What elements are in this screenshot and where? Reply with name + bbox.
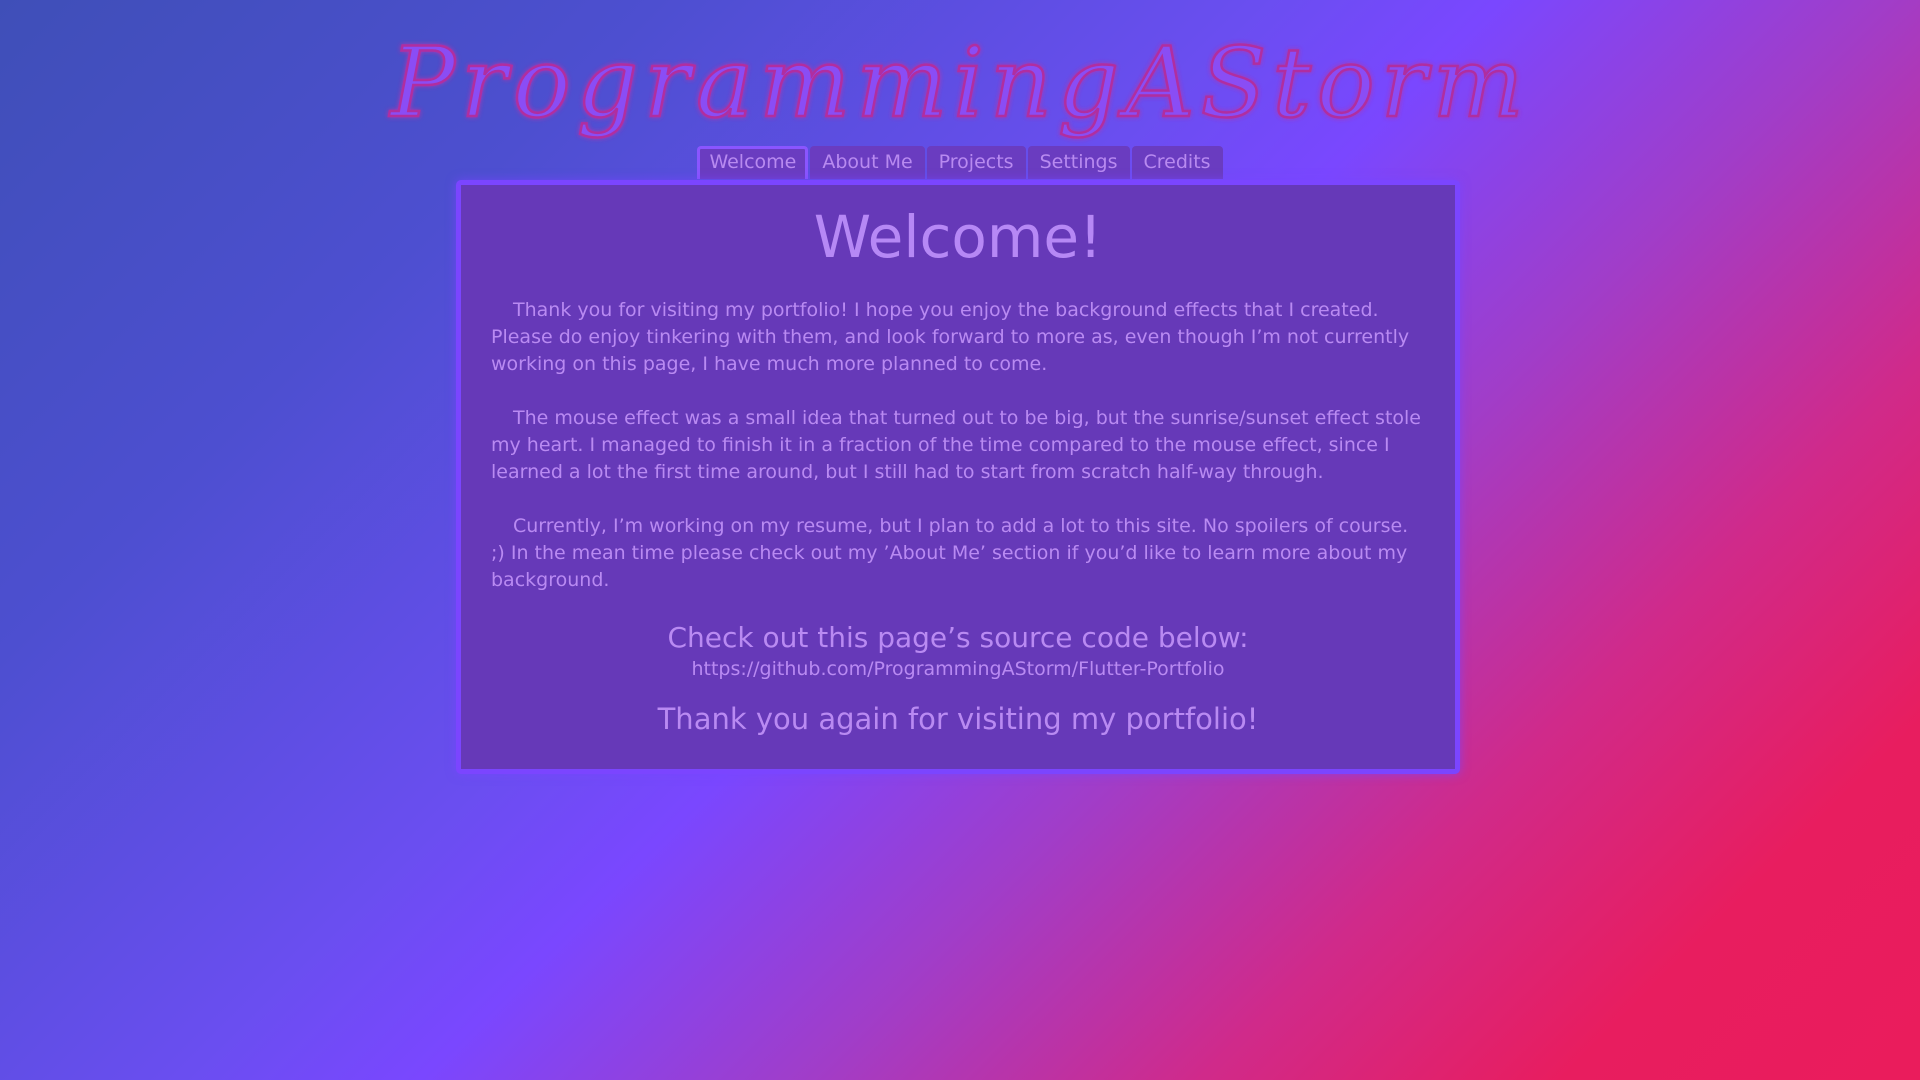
thanks-message: Thank you again for visiting my portfoli… bbox=[657, 702, 1259, 736]
tab-settings[interactable]: Settings bbox=[1027, 146, 1130, 179]
resume-paragraph: Currently, I’m working on my resume, but… bbox=[491, 515, 1409, 591]
source-code-link[interactable]: https://github.com/ProgrammingAStorm/Flu… bbox=[461, 657, 1455, 681]
tab-about-me[interactable]: About Me bbox=[810, 146, 925, 179]
welcome-panel: Welcome! Thank you for visiting my portf… bbox=[456, 180, 1460, 774]
tab-welcome[interactable]: Welcome bbox=[697, 146, 809, 179]
logo-text: ProgrammingAStorm bbox=[388, 27, 1529, 139]
tab-projects[interactable]: Projects bbox=[926, 146, 1026, 179]
effects-paragraph: The mouse effect was a small idea that t… bbox=[491, 407, 1421, 483]
page-title: Welcome! bbox=[813, 203, 1103, 271]
intro-paragraph: Thank you for visiting my portfolio! I h… bbox=[491, 299, 1410, 375]
site-logo: ProgrammingAStorm bbox=[0, 8, 1920, 148]
tab-credits[interactable]: Credits bbox=[1131, 146, 1223, 179]
nav-tabs: Welcome About Me Projects Settings Credi… bbox=[0, 146, 1920, 179]
source-code-heading: Check out this page’s source code below: bbox=[667, 621, 1249, 654]
